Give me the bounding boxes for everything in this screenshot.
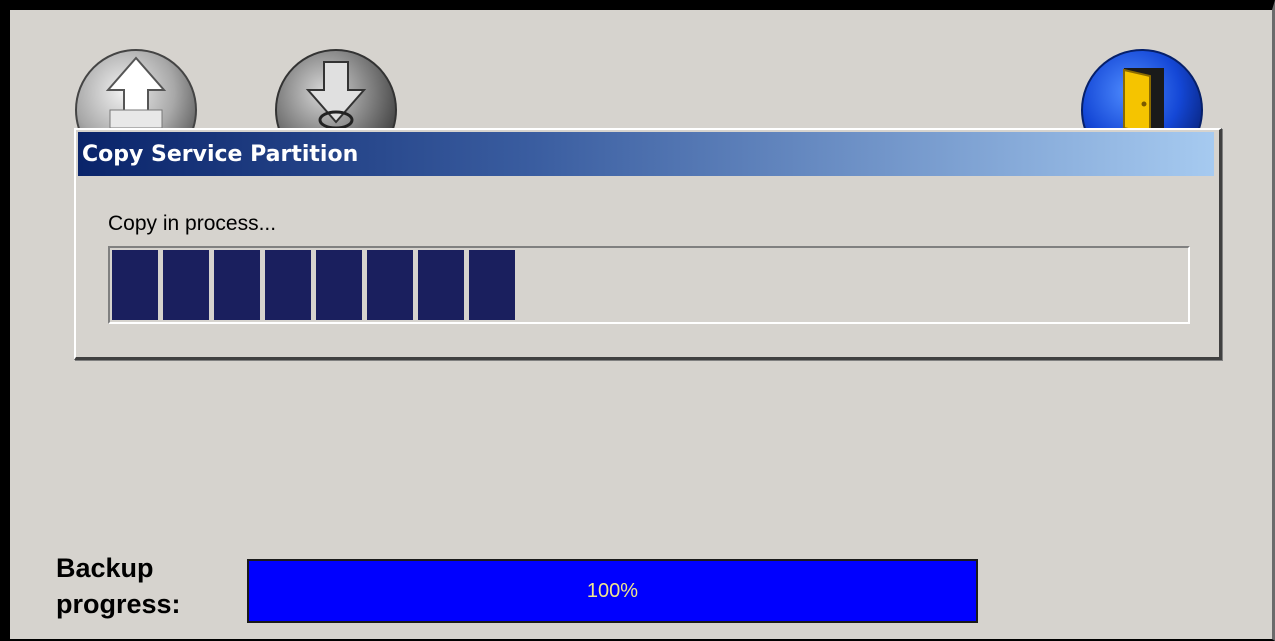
backup-progress-percent: 100%	[586, 579, 639, 602]
progress-chunk	[214, 250, 260, 320]
backup-progress-bar: 100%	[247, 559, 978, 623]
backup-progress-label: Backup progress:	[56, 553, 181, 619]
app-window: Copy Service Partition Copy in process..…	[0, 0, 1275, 641]
progress-chunk	[265, 250, 311, 320]
progress-chunk	[367, 250, 413, 320]
copy-status-text: Copy in process...	[108, 212, 277, 235]
dialog-titlebar: Copy Service Partition	[78, 132, 1214, 176]
progress-chunk	[316, 250, 362, 320]
progress-chunk	[112, 250, 158, 320]
progress-chunk	[163, 250, 209, 320]
progress-chunk	[469, 250, 515, 320]
dialog-title: Copy Service Partition	[82, 141, 359, 167]
copy-progress-bar	[108, 246, 1190, 324]
progress-chunk	[418, 250, 464, 320]
progress-chunks	[112, 250, 1186, 320]
copy-service-partition-dialog: Copy Service Partition Copy in process..…	[74, 128, 1222, 360]
